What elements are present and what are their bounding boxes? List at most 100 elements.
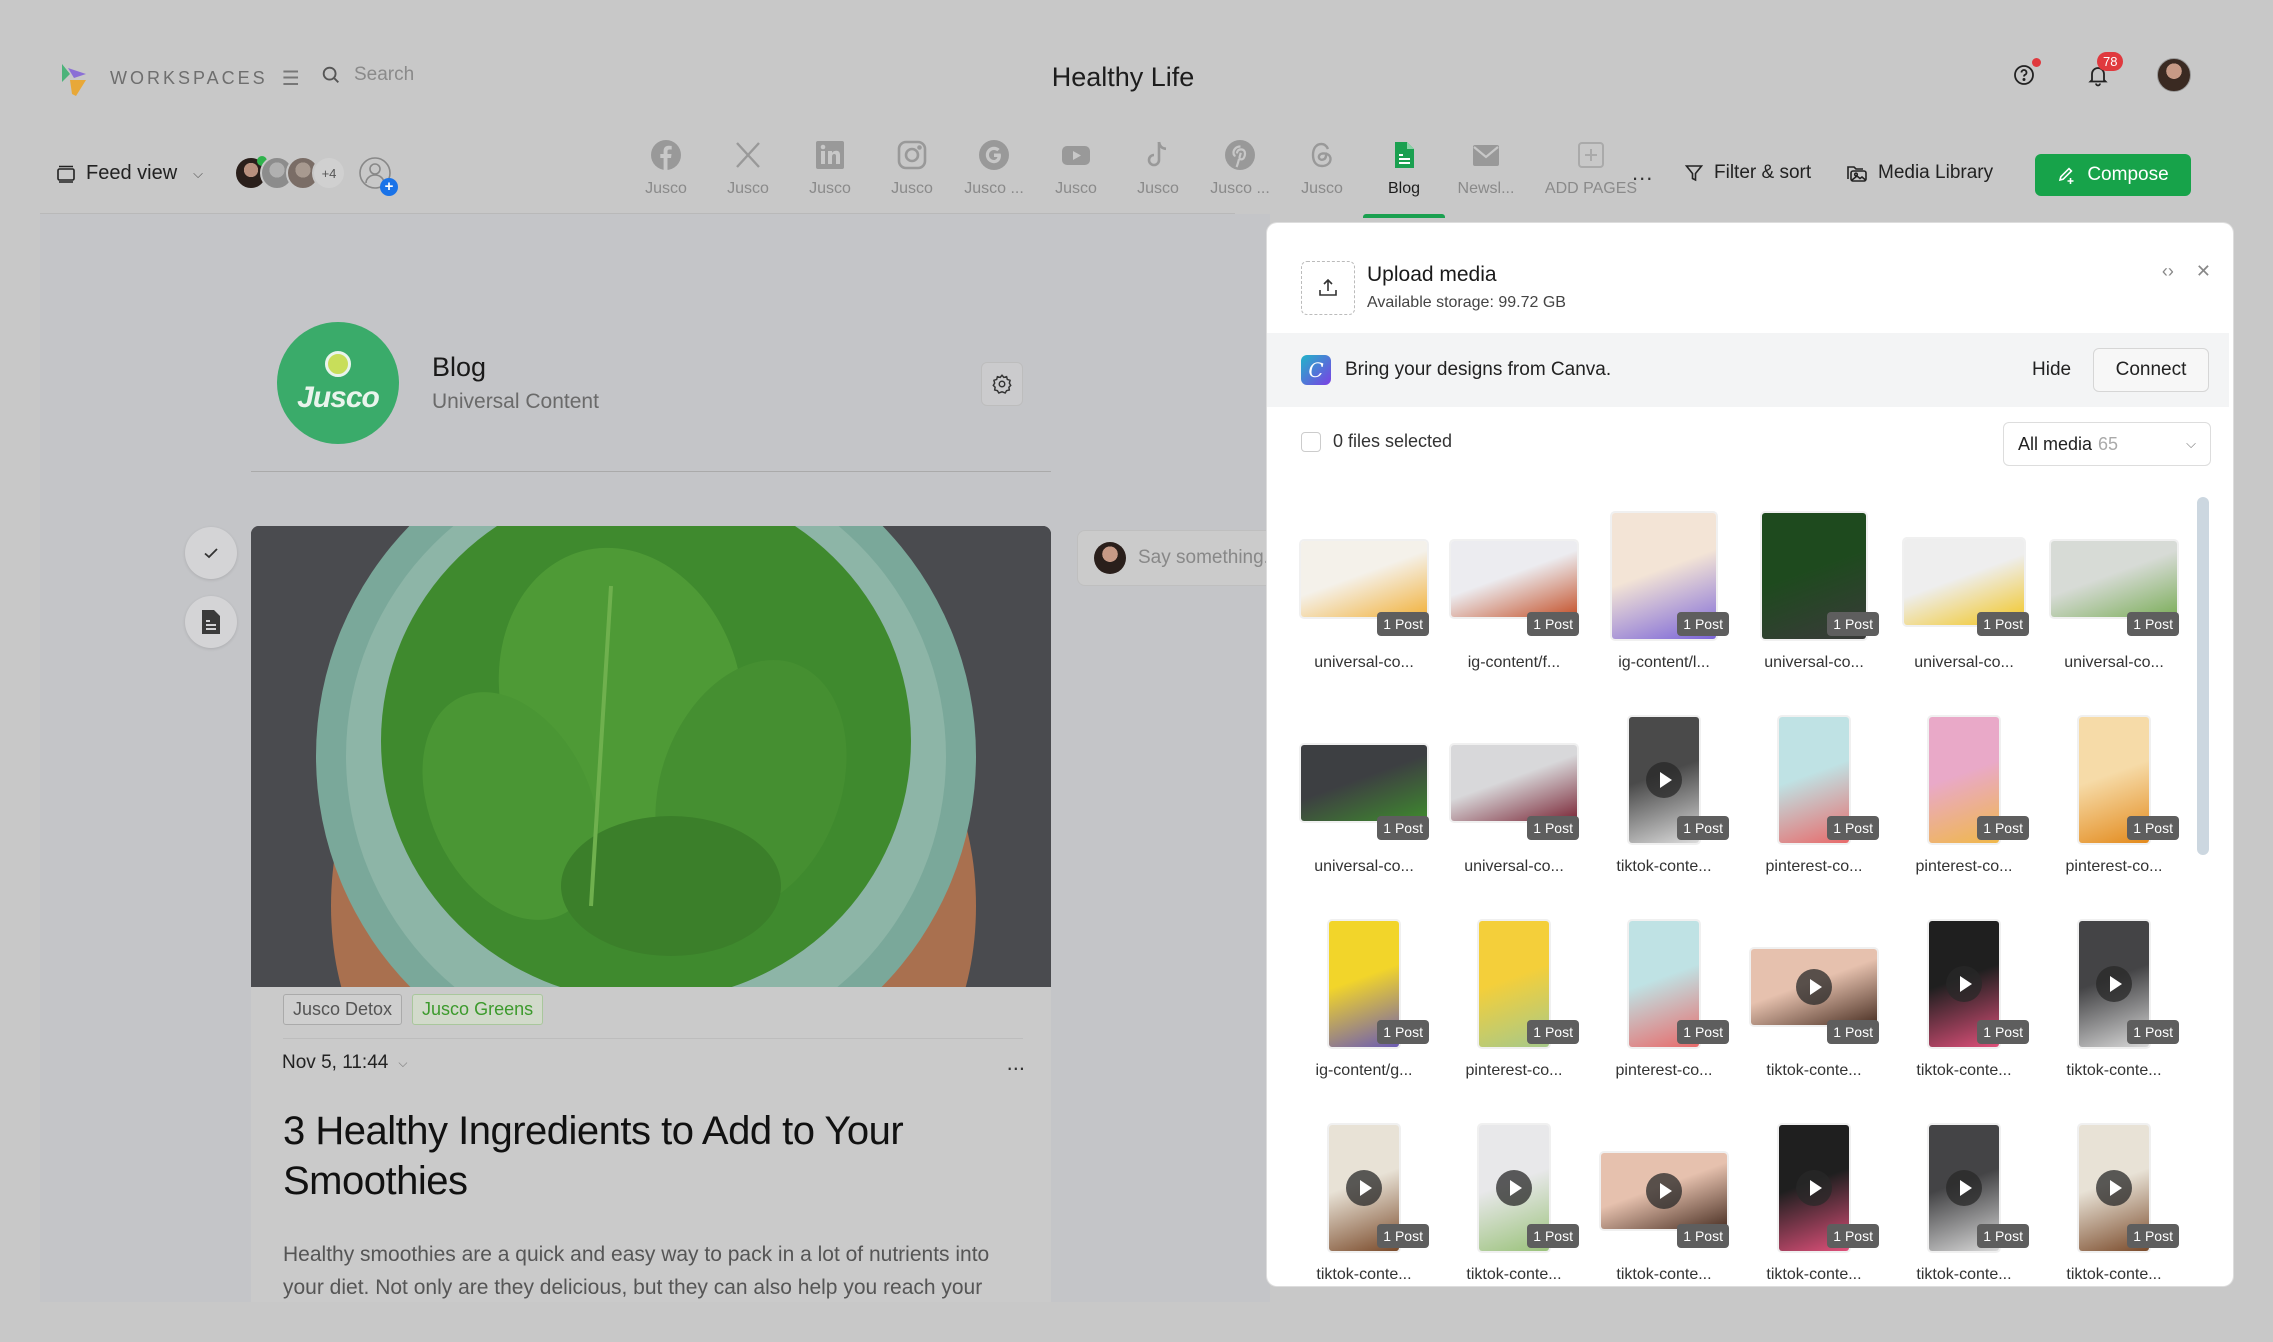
compose-button[interactable]: Compose [2035, 154, 2191, 196]
media-type-select[interactable]: All media 65 ⌵ [2003, 422, 2211, 466]
media-filename: tiktok-conte... [1616, 858, 1712, 875]
media-item[interactable]: 1 Post tiktok-conte... [2049, 1115, 2179, 1286]
media-item[interactable]: 1 Post pinterest-co... [1599, 911, 1729, 1111]
post-count-badge: 1 Post [1977, 1224, 2029, 1248]
approve-button[interactable] [185, 527, 237, 579]
media-thumbnail[interactable] [2051, 541, 2177, 617]
media-thumbnail[interactable] [1751, 949, 1877, 1025]
media-item[interactable]: 1 Post universal-co... [2049, 503, 2179, 703]
media-item[interactable]: 1 Post tiktok-conte... [1899, 1115, 2029, 1286]
post-body[interactable]: Healthy smoothies are a quick and easy w… [283, 1238, 1023, 1302]
media-thumbnail[interactable] [1301, 745, 1427, 821]
media-item[interactable]: 1 Post universal-co... [1299, 503, 1429, 703]
close-icon[interactable]: ✕ [2196, 261, 2211, 282]
play-icon[interactable] [1796, 969, 1832, 1005]
play-icon[interactable] [1346, 1170, 1382, 1206]
post-image[interactable] [251, 526, 1051, 987]
comment-input[interactable]: Say something... [1077, 530, 1277, 586]
chevron-down-icon: ⌵ [398, 1055, 408, 1070]
media-item[interactable]: 1 Post pinterest-co... [1749, 707, 1879, 907]
post-more-button[interactable]: ... [1007, 1050, 1025, 1076]
upload-button[interactable] [1301, 261, 1355, 315]
post-title[interactable]: 3 Healthy Ingredients to Add to Your Smo… [283, 1106, 1003, 1206]
commenter-avatar [1094, 542, 1126, 574]
tab-channel-youtube[interactable]: Jusco [1035, 134, 1117, 214]
tab-channel-pinterest[interactable]: Jusco ... [1199, 134, 1281, 214]
play-icon[interactable] [1646, 762, 1682, 798]
notifications-badge: 78 [2097, 52, 2124, 71]
play-icon[interactable] [1946, 966, 1982, 1002]
media-item[interactable]: 1 Post pinterest-co... [1899, 707, 2029, 907]
media-item[interactable]: 1 Post tiktok-conte... [1599, 707, 1729, 907]
page-divider [251, 471, 1051, 472]
tag[interactable]: Jusco Detox [283, 994, 403, 1025]
play-icon[interactable] [1946, 1170, 1982, 1206]
media-item[interactable]: 1 Post universal-co... [1899, 503, 2029, 703]
media-item[interactable]: 1 Post tiktok-conte... [1899, 911, 2029, 1111]
media-item[interactable]: 1 Post ig-content/l... [1599, 503, 1729, 703]
tab-channel-facebook[interactable]: Jusco [625, 134, 707, 214]
post-card[interactable]: Jusco Detox Jusco Greens Nov 5, 11:44 ⌵ … [251, 526, 1051, 1302]
tag[interactable]: Jusco Greens [412, 994, 544, 1025]
media-item[interactable]: 1 Post universal-co... [1449, 707, 1579, 907]
channel-label: Jusco [891, 180, 933, 197]
post-count-badge: 1 Post [2127, 612, 2179, 636]
media-item[interactable]: 1 Post tiktok-conte... [1449, 1115, 1579, 1286]
media-item[interactable]: 1 Post universal-co... [1749, 503, 1879, 703]
canva-connect-button[interactable]: Connect [2093, 348, 2209, 392]
chevron-down-icon: ⌵ [193, 165, 204, 181]
media-item[interactable]: 1 Post tiktok-conte... [2049, 911, 2179, 1111]
play-icon[interactable] [2096, 1170, 2132, 1206]
channel-label: Jusco ... [964, 180, 1024, 197]
post-count-badge: 1 Post [1377, 612, 1429, 636]
document-icon [202, 610, 220, 634]
media-library-button[interactable]: Media Library [1846, 162, 1993, 184]
media-thumbnail[interactable] [1601, 1153, 1727, 1229]
tab-channel-google[interactable]: Jusco ... [953, 134, 1035, 214]
chevron-down-icon: ⌵ [2186, 436, 2196, 451]
media-item[interactable]: 1 Post tiktok-conte... [1749, 1115, 1879, 1286]
help-button[interactable] [2009, 58, 2041, 90]
tab-channel-newsletter[interactable]: Newsl... [1445, 134, 1527, 214]
media-scrollbar[interactable] [2197, 497, 2209, 855]
post-date: Nov 5, 11:44 [282, 1052, 389, 1073]
media-thumbnail[interactable] [1451, 541, 1577, 617]
tab-channel-tiktok[interactable]: Jusco [1117, 134, 1199, 214]
tab-channel-threads[interactable]: Jusco [1281, 134, 1363, 214]
filter-sort-button[interactable]: Filter & sort [1684, 162, 1811, 184]
tab-channel-x[interactable]: Jusco [707, 134, 789, 214]
media-filename: universal-co... [1314, 654, 1414, 671]
post-count-badge: 1 Post [1377, 816, 1429, 840]
media-item[interactable]: 1 Post pinterest-co... [2049, 707, 2179, 907]
media-item[interactable]: 1 Post ig-content/g... [1299, 911, 1429, 1111]
post-date-dropdown[interactable]: Nov 5, 11:44 ⌵ [282, 1052, 407, 1074]
tab-channel-instagram[interactable]: Jusco [871, 134, 953, 214]
tab-channel-linkedin[interactable]: Jusco [789, 134, 871, 214]
team-members[interactable]: +4 + [234, 156, 398, 196]
media-item[interactable]: 1 Post pinterest-co... [1449, 911, 1579, 1111]
more-members-count[interactable]: +4 [312, 156, 346, 190]
user-avatar[interactable] [2157, 58, 2191, 92]
media-thumbnail[interactable] [1451, 745, 1577, 821]
media-upload-panel: Upload media Available storage: 99.72 GB… [1267, 223, 2233, 1286]
play-icon[interactable] [1796, 1170, 1832, 1206]
select-all-checkbox[interactable] [1301, 431, 1321, 452]
media-item[interactable]: 1 Post tiktok-conte... [1749, 911, 1879, 1111]
play-icon[interactable] [1496, 1170, 1532, 1206]
canva-hide-button[interactable]: Hide [2032, 359, 2071, 381]
more-channels-button[interactable]: ... [1632, 160, 1653, 186]
play-icon[interactable] [1646, 1173, 1682, 1209]
page-settings-button[interactable] [981, 362, 1023, 406]
expand-icon[interactable]: ‹› [2162, 261, 2174, 282]
media-thumbnail[interactable] [1301, 541, 1427, 617]
play-icon[interactable] [2096, 966, 2132, 1002]
media-item[interactable]: 1 Post tiktok-conte... [1599, 1115, 1729, 1286]
document-button[interactable] [185, 596, 237, 648]
media-item[interactable]: 1 Post tiktok-conte... [1299, 1115, 1429, 1286]
media-item[interactable]: 1 Post ig-content/f... [1449, 503, 1579, 703]
media-item[interactable]: 1 Post universal-co... [1299, 707, 1429, 907]
tab-channel-blog[interactable]: Blog [1363, 134, 1445, 218]
feed-view-dropdown[interactable]: Feed view ⌵ [56, 162, 203, 185]
add-member-button[interactable]: + [358, 156, 398, 196]
notifications-button[interactable]: 78 [2083, 52, 2124, 90]
